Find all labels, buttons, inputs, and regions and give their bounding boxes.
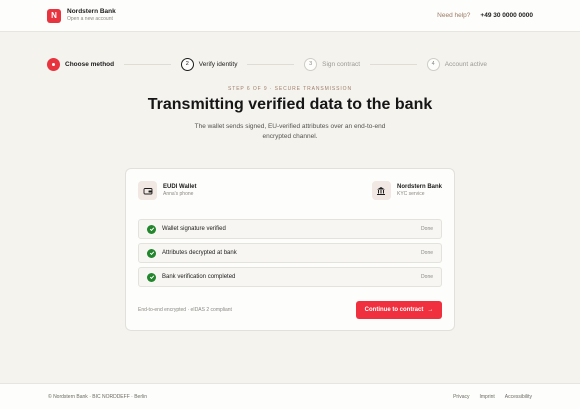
page-title: Transmitting verified data to the bank [147, 96, 433, 113]
brand-subtitle: Open a new account [67, 16, 113, 23]
verification-checklist: Wallet signature verified Done Attribute… [138, 219, 442, 291]
list-item: Attributes decrypted at bank Done [138, 243, 442, 263]
source-party: EUDI Wallet Anna's phone [138, 181, 196, 200]
step-label: Sign contract [322, 60, 361, 68]
step-sign-contract: 3 Sign contract [304, 57, 361, 71]
step-connector [124, 63, 171, 65]
brand: Nordstern Bank Open a new account [67, 7, 116, 23]
check-status: Done [421, 226, 433, 232]
target-party-text: Nordstern Bank KYC service [397, 184, 442, 197]
step-choose-method: Choose method [47, 57, 115, 71]
checkmark-icon [147, 272, 156, 282]
step-eyebrow: Step 6 of 9 · Secure transmission [228, 86, 352, 92]
footer-links: Privacy Imprint Accessibility [453, 394, 532, 400]
help-link[interactable]: Need help? [437, 12, 470, 19]
step-connector [370, 63, 417, 65]
source-party-text: EUDI Wallet Anna's phone [163, 184, 196, 197]
target-party: Nordstern Bank KYC service [371, 181, 442, 200]
step-verify-identity: 2 Verify identity [180, 57, 238, 71]
check-label: Wallet signature verified [162, 226, 226, 232]
header-actions: Need help? +49 30 0000 0000 [437, 12, 533, 19]
top-bar: N Nordstern Bank Open a new account Need… [0, 0, 580, 32]
source-sub: Anna's phone [163, 191, 194, 197]
step-number: 3 [304, 57, 318, 71]
check-label: Attributes decrypted at bank [162, 250, 237, 256]
target-sub: KYC service [396, 191, 425, 197]
step-label: Account active [444, 60, 487, 68]
check-status: Done [421, 274, 433, 280]
check-glyph-icon [149, 227, 154, 232]
imprint-link[interactable]: Imprint [479, 394, 494, 400]
check-glyph-icon [149, 251, 154, 256]
step-label: Verify identity [198, 60, 238, 68]
privacy-link[interactable]: Privacy [453, 394, 469, 400]
phone-number[interactable]: +49 30 0000 0000 [480, 12, 533, 19]
step-number: 4 [426, 57, 440, 71]
copyright: © Nordstern Bank · BIC NORDDEFF · Berlin [48, 393, 147, 400]
encryption-note: End-to-end encrypted · eIDAS 2 compliant [138, 307, 232, 313]
checkmark-icon [147, 248, 156, 258]
step-number: 2 [180, 57, 194, 71]
continue-to-contract-button[interactable]: Continue to contract → [356, 301, 442, 319]
check-status: Done [421, 250, 433, 256]
accessibility-link[interactable]: Accessibility [505, 394, 532, 400]
page-subtitle: The wallet sends signed, EU-verified att… [194, 123, 386, 140]
check-glyph-icon [149, 275, 154, 280]
page-footer: © Nordstern Bank · BIC NORDDEFF · Berlin… [0, 383, 580, 409]
dot-icon [52, 62, 55, 66]
source-name: EUDI Wallet [163, 184, 197, 190]
checkmark-icon [147, 224, 156, 234]
step-complete-dot-icon [47, 57, 60, 71]
transmission-card: EUDI Wallet Anna's phone Nordstern Bank … [125, 168, 455, 331]
step-account-active: 4 Account active [426, 57, 487, 71]
arrow-right-icon: → [427, 307, 434, 313]
target-name: Nordstern Bank [396, 184, 442, 190]
progress-stepper: Choose method 2 Verify identity 3 Sign c… [47, 57, 487, 71]
bank-icon [371, 181, 391, 200]
bank-logo[interactable]: N [47, 8, 61, 23]
wallet-icon [138, 181, 157, 200]
wallet-glyph-icon [143, 187, 152, 194]
card-footer: End-to-end encrypted · eIDAS 2 compliant… [138, 301, 442, 319]
bank-glyph-icon [377, 186, 386, 195]
brand-name: Nordstern Bank [67, 7, 116, 15]
button-label: Continue to contract [364, 307, 424, 313]
check-label: Bank verification completed [162, 274, 236, 280]
step-connector [247, 63, 295, 65]
list-item: Bank verification completed Done [138, 267, 442, 287]
list-item: Wallet signature verified Done [138, 219, 442, 239]
step-label: Choose method [65, 60, 115, 68]
